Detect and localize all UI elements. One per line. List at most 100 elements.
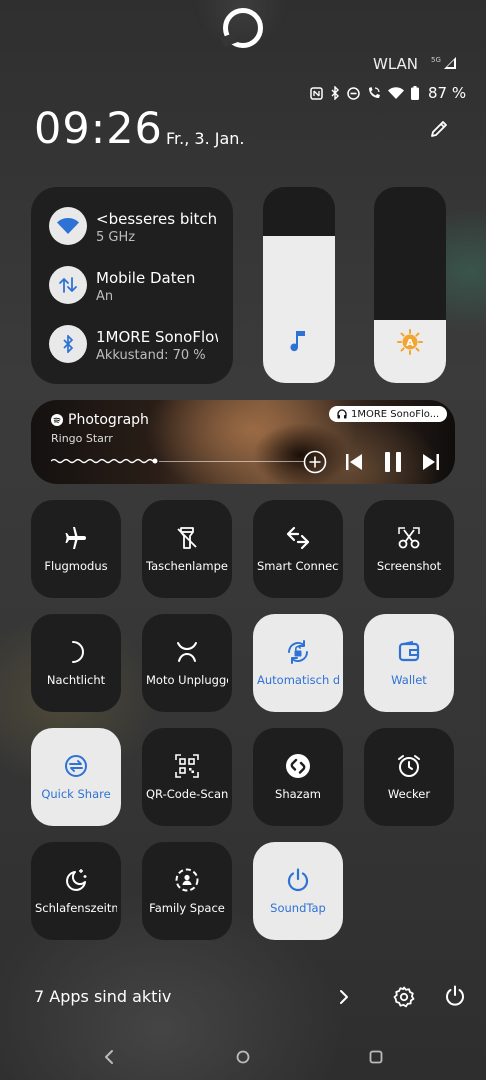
dnd-icon xyxy=(347,86,360,100)
recents-icon[interactable] xyxy=(368,1049,384,1065)
previous-icon[interactable] xyxy=(344,450,364,474)
wifi-row[interactable]: <besseres bitch 5 GHz xyxy=(49,207,233,247)
tile-screenshot[interactable]: Screenshot xyxy=(364,500,454,598)
media-title-row: Photograph xyxy=(51,412,149,428)
bluetooth-icon xyxy=(63,335,74,353)
nfc-icon xyxy=(310,86,323,100)
bluetooth-battery: Akkustand: 70 % xyxy=(96,348,206,363)
flashlight-off-icon xyxy=(177,527,197,549)
wifi-toggle[interactable] xyxy=(49,207,87,245)
connectivity-panel: <besseres bitch 5 GHz Mobile Daten An 1M… xyxy=(31,187,233,384)
power-icon[interactable] xyxy=(444,985,466,1007)
media-progress-played[interactable] xyxy=(51,456,159,466)
back-icon[interactable] xyxy=(103,1049,115,1065)
media-progress-remaining[interactable] xyxy=(159,461,304,462)
mobile-data-label: Mobile Daten xyxy=(96,269,196,287)
alarm-icon xyxy=(398,755,420,777)
tile-label: Taschenlampe xyxy=(146,559,228,573)
tile-family-space[interactable]: Family Space xyxy=(142,842,232,940)
mobile-data-toggle[interactable] xyxy=(49,266,87,304)
status-icons: 87 % xyxy=(310,84,466,102)
spotify-icon xyxy=(51,414,63,426)
tile-label: Family Space xyxy=(149,901,225,915)
tile-label: SoundTap xyxy=(270,901,326,915)
pause-icon[interactable] xyxy=(381,450,405,474)
auto-rotate-icon xyxy=(288,640,308,664)
chevron-right-icon[interactable] xyxy=(337,989,351,1005)
svg-text:A: A xyxy=(406,338,414,349)
battery-icon xyxy=(411,86,419,100)
media-title: Photograph xyxy=(68,412,149,428)
moon-icon xyxy=(72,641,84,663)
camera-icon xyxy=(223,8,263,48)
tile-label: Automatisch drehen xyxy=(257,673,339,687)
pencil-icon xyxy=(431,121,447,137)
bluetooth-row[interactable]: 1MORE SonoFlow Akkustand: 70 % xyxy=(49,325,233,365)
tile-label: Wallet xyxy=(391,673,427,687)
screenshot-icon xyxy=(398,527,420,549)
network-label: WLAN xyxy=(373,55,419,73)
auto-brightness-icon: A xyxy=(374,329,446,355)
wifi-call-icon xyxy=(369,87,380,98)
signal-icon xyxy=(444,57,456,69)
output-device-chip[interactable]: 1MORE SonoFlo... xyxy=(329,406,448,422)
brightness-slider[interactable]: A xyxy=(374,187,446,383)
tile-label: Quick Share xyxy=(41,787,111,801)
edit-button[interactable] xyxy=(428,118,450,144)
tile-label: Smart Connect xyxy=(257,559,339,573)
volume-slider-fill xyxy=(263,236,335,383)
tile-airplane-mode[interactable]: Flugmodus xyxy=(31,500,121,598)
family-space-icon xyxy=(175,868,199,892)
date[interactable]: Fr., 3. Jan. xyxy=(166,129,245,148)
home-icon[interactable] xyxy=(235,1049,251,1065)
output-device-name: 1MORE SonoFlo... xyxy=(351,408,440,420)
active-apps-label[interactable]: 7 Apps sind aktiv xyxy=(34,987,171,1006)
tile-qr-scanner[interactable]: QR-Code-Scanner xyxy=(142,728,232,826)
tile-label: Nachtlicht xyxy=(46,673,106,687)
mobile-data-row[interactable]: Mobile Daten An xyxy=(49,266,233,306)
music-note-icon xyxy=(263,331,335,355)
shazam-icon xyxy=(286,754,310,778)
wifi-icon xyxy=(57,218,79,234)
clock[interactable]: 09:26 xyxy=(34,104,163,154)
bluetooth-toggle[interactable] xyxy=(49,325,87,363)
tile-wallet[interactable]: Wallet xyxy=(364,614,454,712)
wifi-icon xyxy=(388,87,404,99)
network-type: 5G xyxy=(431,56,441,64)
media-artist: Ringo Starr xyxy=(51,432,113,445)
tile-label: Wecker xyxy=(387,787,431,801)
tile-flashlight[interactable]: Taschenlampe xyxy=(142,500,232,598)
tile-label: Screenshot xyxy=(376,559,442,573)
tile-quick-share[interactable]: Quick Share xyxy=(31,728,121,826)
tile-moto-unplugged[interactable]: Moto Unplugged xyxy=(142,614,232,712)
tile-night-light[interactable]: Nachtlicht xyxy=(31,614,121,712)
moto-unplugged-icon xyxy=(177,642,197,662)
wifi-band: 5 GHz xyxy=(96,230,136,245)
headphones-icon xyxy=(337,409,347,419)
tile-label: QR-Code-Scanner xyxy=(146,787,228,801)
next-icon[interactable] xyxy=(421,450,441,474)
mobile-data-icon xyxy=(59,277,77,293)
wallet-icon xyxy=(398,640,420,662)
tile-shazam[interactable]: Shazam xyxy=(253,728,343,826)
tile-auto-rotate[interactable]: Automatisch drehen xyxy=(253,614,343,712)
power-icon xyxy=(287,868,309,892)
tile-label: Moto Unplugged xyxy=(146,673,228,687)
tile-label: Flugmodus xyxy=(44,559,108,573)
battery-percent: 87 % xyxy=(428,84,467,102)
bluetooth-icon xyxy=(331,86,339,100)
tile-alarm[interactable]: Wecker xyxy=(364,728,454,826)
tile-smart-connect[interactable]: Smart Connect xyxy=(253,500,343,598)
wifi-network-name: <besseres bitch xyxy=(96,210,218,228)
media-player[interactable]: Photograph Ringo Starr 1MORE SonoFlo... xyxy=(31,400,455,484)
volume-slider[interactable] xyxy=(263,187,335,383)
tile-label: Shazam xyxy=(275,787,321,801)
settings-icon[interactable] xyxy=(393,986,415,1008)
tile-soundtap[interactable]: SoundTap xyxy=(253,842,343,940)
qr-code-icon xyxy=(175,754,199,778)
tile-label: Schlafenszeitmodus xyxy=(35,901,117,915)
tile-bedtime[interactable]: Schlafenszeitmodus xyxy=(31,842,121,940)
bedtime-icon xyxy=(66,869,87,891)
add-icon[interactable] xyxy=(303,450,327,474)
mobile-data-status: An xyxy=(96,289,114,304)
